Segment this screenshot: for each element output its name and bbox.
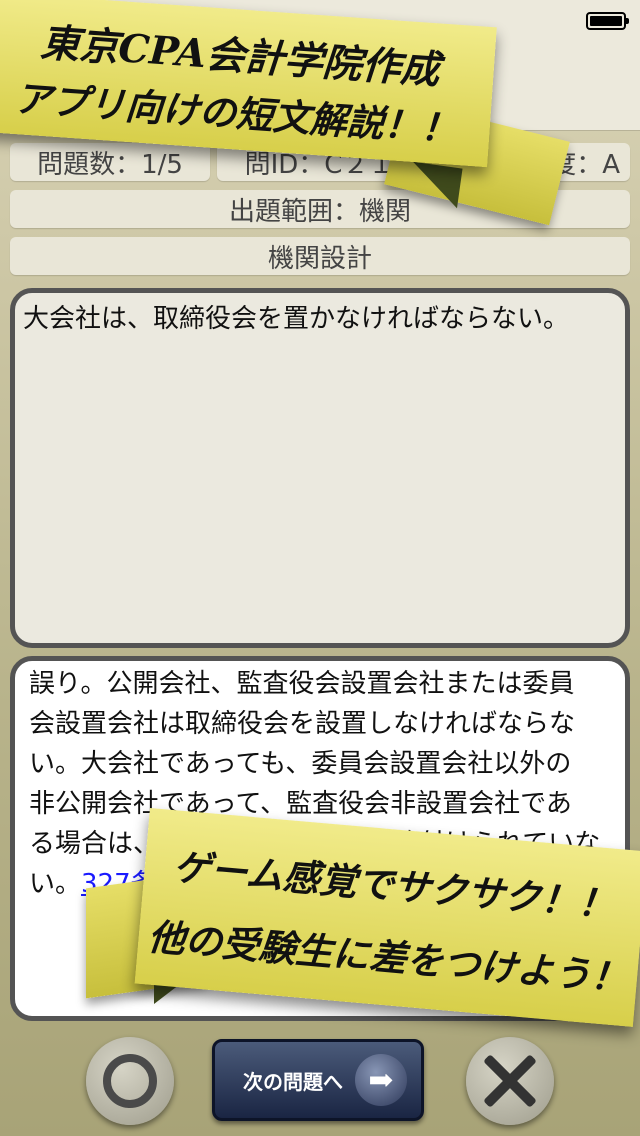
circle-icon — [103, 1054, 157, 1108]
next-question-label: 次の問題へ — [243, 1069, 343, 1094]
question-count: 問題数：1/5 — [10, 143, 210, 181]
next-question-button[interactable]: 次の問題へ ➡ — [212, 1039, 424, 1121]
arrow-right-icon: ➡ — [355, 1054, 407, 1106]
answer-line: 誤り。公開会社、監査役会設置会社または委員 — [29, 669, 575, 699]
answer-line: い。大会社であっても、委員会設置会社以外の — [29, 749, 572, 779]
ribbon-fold-top — [407, 161, 463, 209]
answer-line: 会設置会社は取締役会を設置しなければならな — [29, 709, 576, 739]
question-box: 大会社は、取締役会を置かなければならない。 — [10, 288, 630, 648]
correct-button[interactable] — [86, 1037, 174, 1125]
question-text: 大会社は、取締役会を置かなければならない。 — [23, 304, 570, 334]
wrong-button[interactable] — [466, 1037, 554, 1125]
cross-icon — [481, 1052, 539, 1110]
answer-last-prefix: い。 — [29, 869, 82, 899]
topic-label: 機関設計 — [10, 237, 630, 275]
battery-icon — [586, 12, 629, 30]
answer-line: 非公開会社であって、監査役会非設置会社であ — [29, 789, 572, 819]
